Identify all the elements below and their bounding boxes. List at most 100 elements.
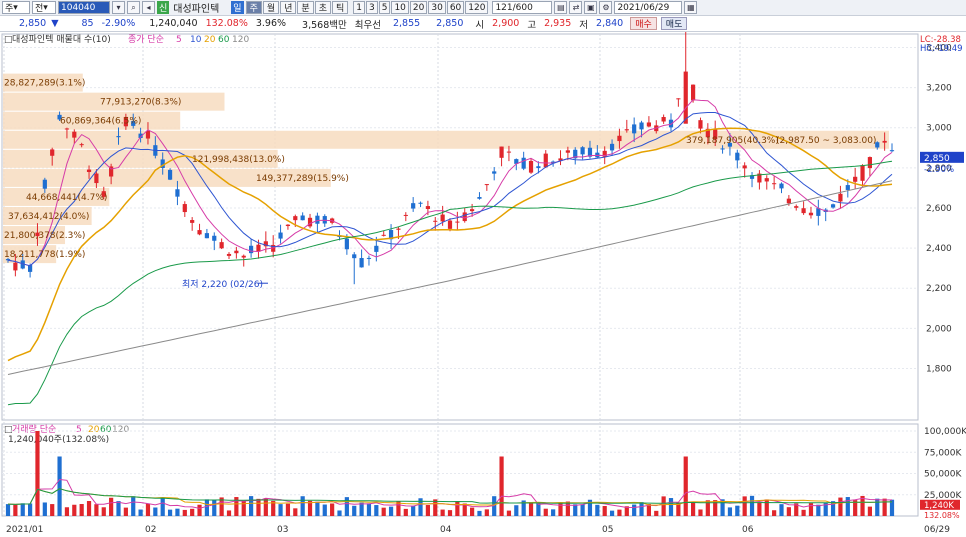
minute-button-1[interactable]: 1 [353, 1, 365, 14]
candle-body [580, 147, 585, 155]
tab-1[interactable]: 월 [262, 1, 280, 14]
profile-legend: 대성파인텍 매물대 수(10) [12, 34, 111, 45]
candle-body [845, 185, 850, 190]
y-tick-label: 2,000 [926, 324, 952, 334]
period-select[interactable]: 전 ▾ [32, 1, 56, 14]
open-price: 2,900 [492, 18, 520, 29]
settings-icon[interactable]: ⚙ [599, 1, 613, 14]
candle-body [226, 253, 232, 256]
code-input[interactable]: 104040 [58, 1, 110, 14]
candle-body [794, 206, 799, 208]
volume-bar [764, 499, 769, 516]
search-icon[interactable]: ⌕ [127, 1, 140, 14]
vol-info: 1,240,040주(132.08%) [8, 434, 109, 445]
candle-body [617, 135, 622, 142]
candle-body [418, 202, 423, 204]
candle-body [145, 130, 151, 139]
volume-bar [153, 507, 158, 516]
volume-bar [691, 502, 696, 516]
ma-period: 10 [190, 35, 202, 45]
minute-buttons: 1 3 5 10 20 30 60 120 [353, 1, 489, 14]
candle-body [433, 220, 438, 222]
volume-bar [197, 504, 202, 516]
buy-button[interactable]: 매수 [630, 17, 657, 30]
tab-4[interactable]: 초 [314, 1, 331, 14]
vol-tick-label: 100,000K [924, 427, 966, 437]
minute-button-120[interactable]: 120 [465, 1, 489, 14]
volume-bar [595, 504, 600, 516]
volume-bar [160, 497, 165, 516]
candle-body [212, 235, 217, 241]
candle-body [396, 228, 401, 230]
compare-icon[interactable]: ⇄ [569, 1, 583, 14]
candle-body [676, 98, 681, 100]
dropdown-icon[interactable]: ▾ [112, 1, 125, 14]
current-price: 2,850 [19, 18, 47, 29]
candle-body [352, 254, 357, 259]
chart-icon[interactable]: ▤ [554, 1, 568, 14]
minute-button-30[interactable]: 30 [428, 1, 446, 14]
new-badge: 신 [157, 1, 170, 14]
candle-body [94, 173, 99, 184]
market-select[interactable]: 주 ▾ [2, 1, 30, 14]
tab-3[interactable]: 분 [297, 1, 314, 14]
volume-bar [315, 501, 320, 516]
volume-bar [786, 507, 791, 516]
y-tick-label: 3,000 [926, 124, 952, 134]
x-tick-label: 06 [742, 525, 754, 535]
minute-button-60[interactable]: 60 [446, 1, 465, 14]
pref-label: 최우선 [354, 19, 381, 31]
profile-range-label: (2,987.50 ~ 3,083.00) [776, 136, 876, 146]
candle-body [219, 242, 224, 249]
candle-body [79, 144, 84, 146]
amount: 3,568백만 [302, 19, 347, 31]
low-label: 저 [579, 19, 589, 31]
candle-body [786, 198, 791, 204]
volume-bar [145, 503, 151, 516]
candle-body [249, 245, 254, 254]
candle-body [234, 250, 239, 254]
x-tick-label: 04 [440, 525, 452, 535]
x-tick-label: 05 [602, 525, 613, 535]
candle-body [366, 257, 372, 259]
volume-bar [440, 509, 445, 516]
volume-bar [801, 509, 806, 516]
profile-label: 77,913,270(8.3%) [100, 98, 181, 108]
credit-badge: 일 [231, 1, 244, 14]
low-annotation: 최저 2,220 (02/26) [182, 279, 263, 290]
volume-bar [359, 502, 364, 516]
minute-button-10[interactable]: 10 [391, 1, 409, 14]
volume-bar [425, 505, 430, 516]
volume-bar [772, 510, 777, 516]
volume-bar [499, 456, 504, 516]
count-field[interactable]: 121/600 [492, 1, 553, 14]
candle-body [506, 151, 512, 153]
speaker-icon[interactable]: ◂ [142, 1, 155, 14]
down-arrow-icon: ▼ [51, 18, 59, 29]
save-icon[interactable]: ▣ [584, 1, 598, 14]
volume-bar [403, 508, 408, 516]
sell-button[interactable]: 매도 [660, 17, 688, 30]
volume-bar [131, 496, 136, 516]
profile-label: 44,668,441(4.7%) [26, 193, 107, 203]
tab-2[interactable]: 년 [280, 1, 297, 14]
volume-bar [484, 509, 489, 516]
minute-button-5[interactable]: 5 [378, 1, 391, 14]
volume-bar [470, 507, 475, 516]
low-price: 2,840 [596, 18, 624, 29]
candle-body [543, 153, 548, 168]
date-field[interactable]: 2021/06/29 [614, 1, 683, 14]
minute-button-20[interactable]: 20 [409, 1, 428, 14]
volume-bar [388, 506, 394, 516]
profile-label: 121,998,438(13.0%) [192, 155, 285, 165]
calendar-icon[interactable]: ▦ [684, 1, 698, 14]
candle-body [403, 214, 408, 216]
tab-0[interactable]: 주 [245, 1, 262, 14]
candle-body [182, 204, 187, 213]
tab-5[interactable]: 틱 [331, 1, 349, 14]
minute-button-3[interactable]: 3 [365, 1, 378, 14]
volume-bar [727, 507, 733, 516]
price-tag-pct: -2.90% [924, 165, 954, 175]
volume-bar [749, 495, 755, 516]
price-chart[interactable]: 3,4003,2003,0002,8002,6002,4002,2002,000… [0, 32, 966, 537]
